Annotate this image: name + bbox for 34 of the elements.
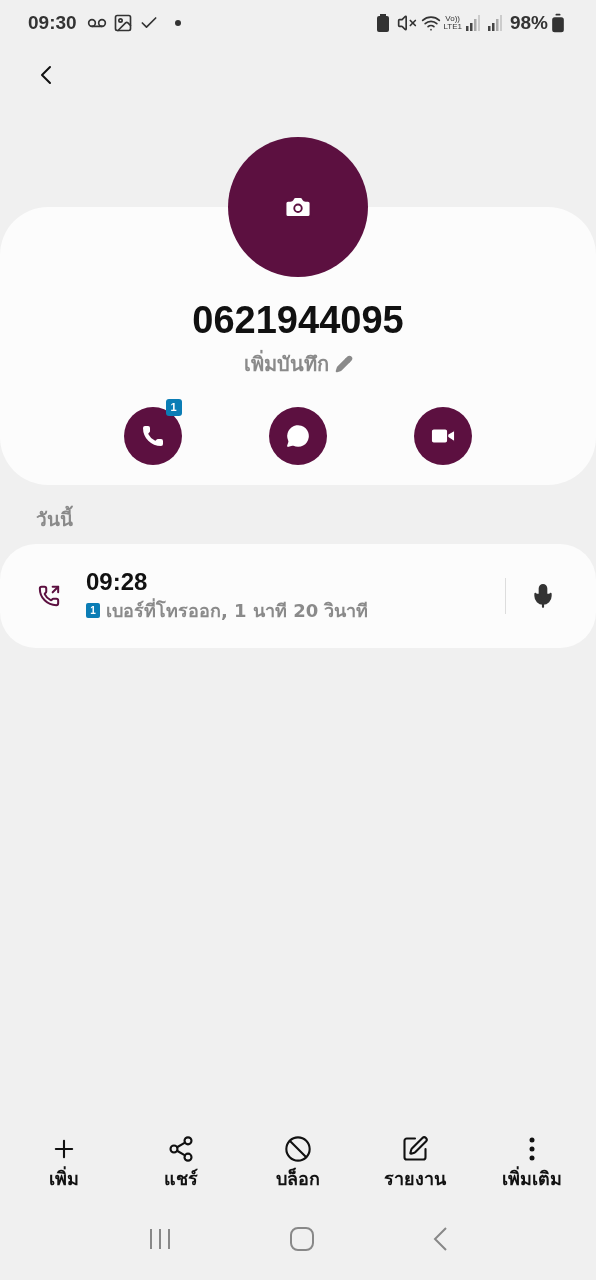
volte-label: Vo)): [445, 15, 461, 23]
outgoing-call-icon: [38, 584, 60, 607]
chat-bubble-icon: [285, 423, 311, 449]
call-detail: เบอร์ที่โทรออก, 1 นาที 20 วินาที: [106, 597, 369, 623]
battery-percent: 98%: [509, 10, 548, 35]
video-call-button[interactable]: [414, 407, 473, 465]
signal-icon: [487, 15, 502, 31]
wifi-icon: [421, 13, 442, 33]
block-icon: [284, 1135, 312, 1163]
battery-saver-icon: [377, 14, 390, 32]
report-button[interactable]: รายงาน: [356, 1135, 474, 1192]
message-button[interactable]: [269, 407, 327, 465]
add-button[interactable]: เพิ่ม: [6, 1135, 123, 1192]
call-log-entry[interactable]: 09:28 1 เบอร์ที่โทรออก, 1 นาที 20 วินาที: [0, 543, 596, 648]
mute-icon: [397, 13, 418, 33]
more-icon: [528, 1137, 535, 1161]
phone-number: 0621944095: [192, 298, 404, 343]
more-button[interactable]: เพิ่มเติม: [473, 1135, 590, 1192]
lte-label: LTE1: [443, 23, 462, 31]
pencil-square-icon: [400, 1135, 429, 1163]
pencil-icon: [334, 355, 353, 373]
sim-badge: 1: [86, 603, 100, 618]
share-button[interactable]: แชร์: [122, 1135, 240, 1192]
back-icon[interactable]: [432, 1227, 447, 1251]
image-icon: [112, 13, 133, 33]
block-button[interactable]: บล็อก: [239, 1135, 357, 1192]
signal-icon: [465, 15, 480, 31]
clock: 09:30: [28, 10, 77, 35]
home-icon[interactable]: [290, 1227, 314, 1251]
phone-icon: [140, 424, 165, 448]
recent-apps-icon[interactable]: [149, 1228, 172, 1250]
section-heading: วันนี้: [36, 505, 596, 534]
call-time: 09:28: [86, 567, 149, 597]
sim-badge: 1: [165, 399, 182, 416]
